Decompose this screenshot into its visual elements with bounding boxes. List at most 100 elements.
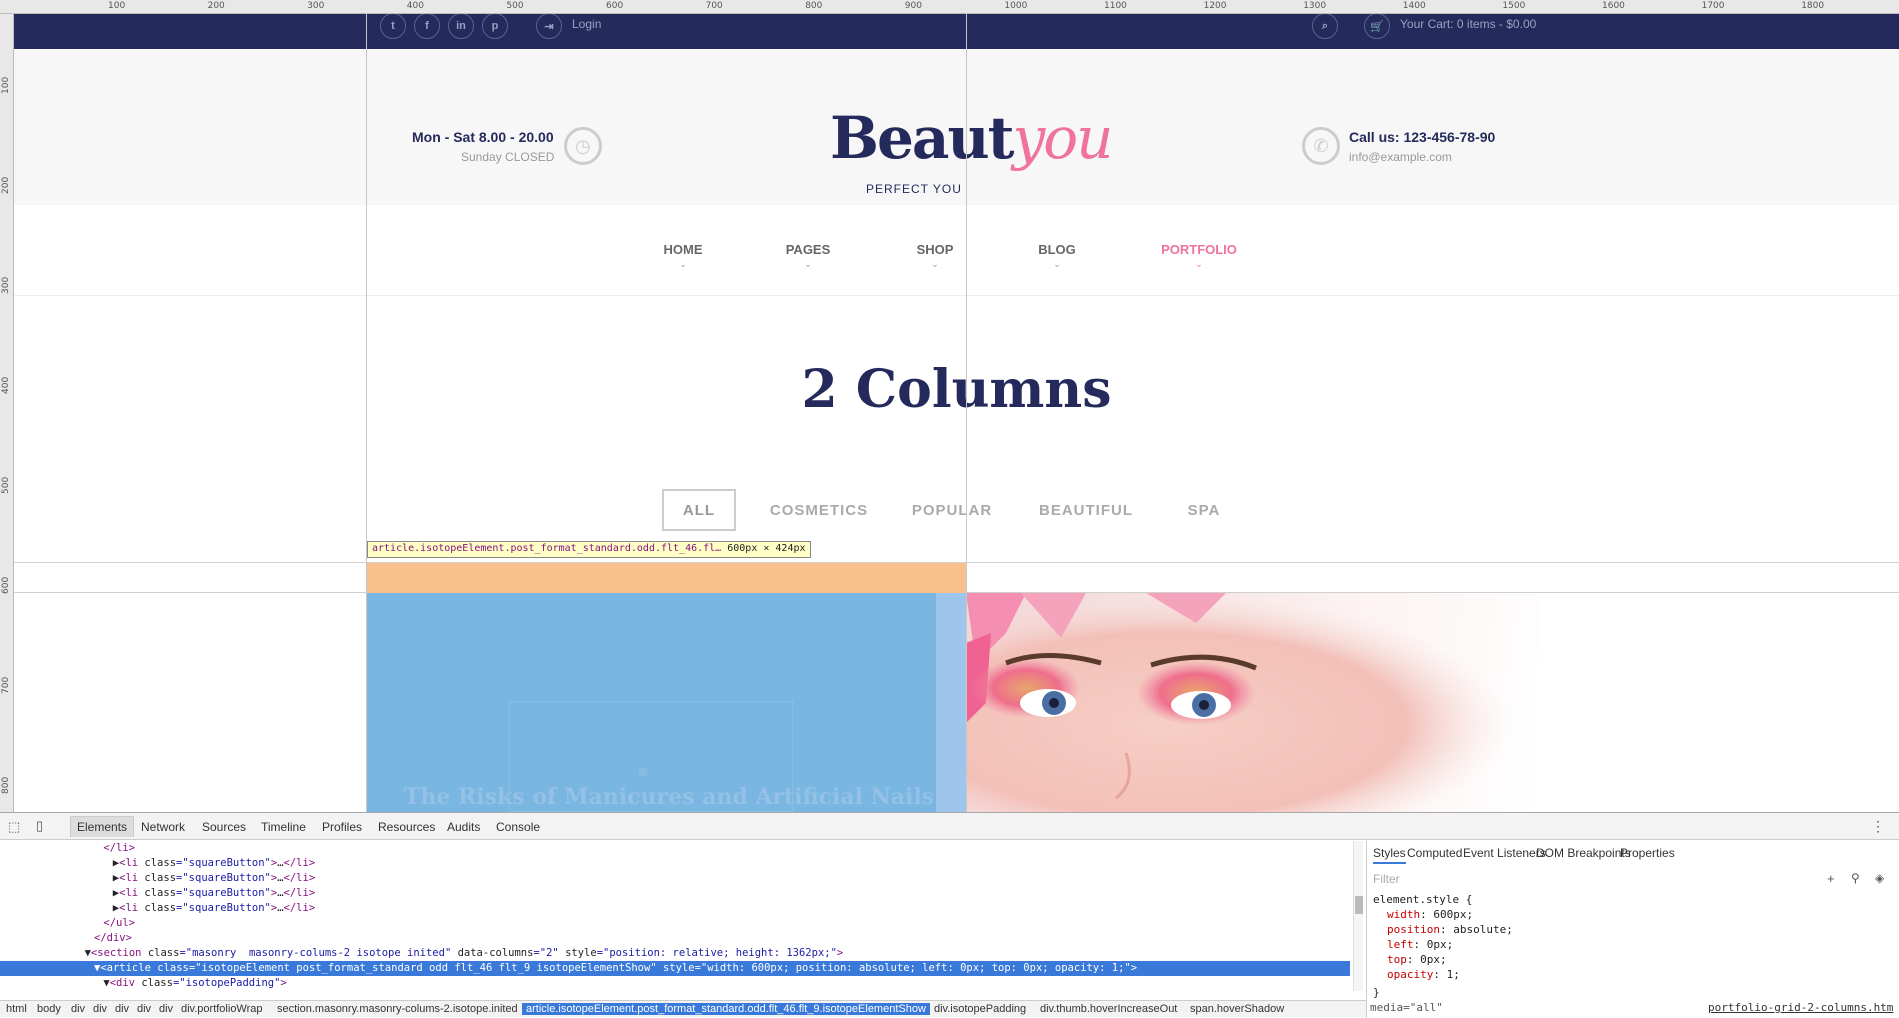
breadcrumb-item[interactable]: div.thumb.hoverIncreaseOut [1040,1003,1177,1015]
breadcrumb-item[interactable]: html [6,1003,27,1015]
filter-all[interactable]: ALL [662,489,736,531]
breadcrumb-item[interactable]: div [137,1003,151,1015]
ruler-tick-label: 900 [904,1,922,11]
tab-console[interactable]: Console [496,820,540,834]
linkedin-icon[interactable]: in [448,14,474,39]
filter-spa[interactable]: SPA [1169,489,1239,531]
ruler-tick-label: 1500 [1502,1,1526,11]
chevron-down-icon: ⌄ [1053,259,1061,269]
style-property[interactable]: width: 600px; [1387,908,1473,921]
cart-summary[interactable]: Your Cart: 0 items - $0.00 [1400,17,1536,31]
sidebar-tab-computed[interactable]: Computed [1407,846,1462,860]
nav-item-label: PAGES [785,242,831,257]
dom-node-line[interactable]: ▼<div class="isotopePadding"> [0,976,1350,991]
breadcrumb-item[interactable]: div.portfolioWrap [181,1003,263,1015]
cart-icon[interactable]: 🛒 [1364,14,1390,39]
portfolio-item-title[interactable]: The Risks of Manicures and Artificial Na… [404,784,934,810]
breadcrumb-item[interactable]: section.masonry.masonry-colums-2.isotope… [277,1003,518,1015]
tab-timeline[interactable]: Timeline [261,820,306,834]
device-mode-icon[interactable]: ▯ [36,818,43,834]
sidebar-tab-styles[interactable]: Styles [1373,846,1406,864]
color-format-icon[interactable]: ◈ [1875,871,1884,885]
dom-node-line[interactable]: ▶<li class="squareButton">…</li> [0,901,1350,916]
ruler-tick-label: 300 [307,1,325,11]
dom-node-line[interactable]: </ul> [0,916,1350,931]
dom-node-line[interactable]: ▶<li class="squareButton">…</li> [0,871,1350,886]
tab-profiles[interactable]: Profiles [322,820,362,834]
style-property[interactable]: position: absolute; [1387,923,1513,936]
filter-popular[interactable]: POPULAR [907,489,997,531]
breadcrumb-item[interactable]: span.hoverShadow [1190,1003,1284,1015]
login-link[interactable]: Login [572,17,601,31]
style-property-value: 0px; [1426,938,1454,951]
phone-icon: ✆ [1302,127,1340,165]
ruler-tick-label: 400 [1,376,11,394]
sidebar-tab-properties[interactable]: Properties [1620,846,1675,860]
twitter-icon[interactable]: t [380,14,406,39]
facebook-icon[interactable]: f [414,14,440,39]
breadcrumb-item[interactable]: article.isotopeElement.post_format_stand… [522,1003,930,1015]
style-rule-selector: element.style { [1373,893,1473,906]
breadcrumb-item[interactable]: div [71,1003,85,1015]
dom-indent [0,976,103,991]
tab-sources[interactable]: Sources [202,820,246,834]
nav-item-home[interactable]: HOME ⌄ [643,242,723,270]
sidebar-tab-event-listeners[interactable]: Event Listeners [1463,846,1546,860]
style-property-name: top [1387,953,1407,966]
dom-node-line[interactable]: </div> [0,931,1350,946]
style-property-value: absolute; [1453,923,1513,936]
new-style-rule-icon[interactable]: + [1827,871,1835,886]
logo-accent-text: you [1012,104,1113,172]
styles-filter-input[interactable]: Filter [1373,872,1873,886]
search-icon[interactable]: ⌕ [1312,14,1338,39]
breadcrumb-item[interactable]: body [37,1003,61,1015]
logo-main-text: Beaut [830,104,1014,172]
tab-network[interactable]: Network [141,820,185,834]
style-property[interactable]: left: 0px; [1387,938,1453,951]
media-query-label: media="all" [1370,1001,1443,1014]
style-property-name: position [1387,923,1440,936]
sidebar-tab-dom-breakpoints[interactable]: DOM Breakpoints [1536,846,1631,860]
style-property[interactable]: top: 0px; [1387,953,1447,966]
tab-audits[interactable]: Audits [447,820,480,834]
tab-elements[interactable]: Elements [70,816,135,837]
more-options-icon[interactable]: ⋮ [1871,818,1885,835]
breadcrumb-item[interactable]: div [93,1003,107,1015]
login-icon[interactable]: ⇥ [536,14,562,39]
stylesheet-source-link[interactable]: portfolio-grid-2-columns.htm [1708,1001,1893,1014]
ruler-tick-label: 100 [1,76,11,94]
site-logo[interactable]: Beautyou [830,104,1114,172]
dom-node-line[interactable]: ▶<li class="squareButton">…</li> [0,886,1350,901]
style-property-value: 0px; [1420,953,1447,966]
tab-resources[interactable]: Resources [378,820,435,834]
scrollbar-thumb[interactable] [1355,896,1363,914]
nav-item-pages[interactable]: PAGES ⌄ [768,242,848,270]
nav-item-portfolio[interactable]: PORTFOLIO ⌄ [1159,242,1239,270]
inspect-element-icon[interactable]: ⬚ [8,819,20,835]
dom-node-line[interactable]: ▼<article class="isotopeElement post_for… [0,961,1350,976]
dom-node-line[interactable]: ▶<li class="squareButton">…</li> [0,856,1350,871]
element-state-icon[interactable]: ⚲ [1851,871,1860,885]
portfolio-item-card[interactable]: ◙ The Risks of Manicures and Artificial … [366,593,966,812]
ruler-tick-label: 800 [805,1,823,11]
dom-tree-scrollbar[interactable] [1353,841,1363,991]
style-property[interactable]: opacity: 1; [1387,968,1460,981]
contact-email[interactable]: info@example.com [1349,150,1452,164]
filter-cosmetics[interactable]: COSMETICS [759,489,879,531]
opening-hours: Mon - Sat 8.00 - 20.00 [412,129,554,145]
ruler-tick-label: 600 [1,576,11,594]
chevron-down-icon: ⌄ [804,259,812,269]
breadcrumb-item[interactable]: div [115,1003,129,1015]
breadcrumb-item[interactable]: div [159,1003,173,1015]
pinterest-icon[interactable]: p [482,14,508,39]
portfolio-item-photo[interactable] [966,593,1538,812]
dom-node-line[interactable]: ▼<section class="masonry masonry-colums-… [0,946,1350,961]
dom-node-line[interactable]: </li> [0,841,1350,856]
ruler-tick-label: 1800 [1801,1,1825,11]
phone-number: Call us: 123-456-78-90 [1349,129,1496,145]
nav-item-shop[interactable]: SHOP ⌄ [895,242,975,270]
filter-beautiful[interactable]: BEAUTIFUL [1032,489,1140,531]
inspector-padding-overlay [936,593,966,812]
breadcrumb-item[interactable]: div.isotopePadding [934,1003,1026,1015]
nav-item-blog[interactable]: BLOG ⌄ [1017,242,1097,270]
